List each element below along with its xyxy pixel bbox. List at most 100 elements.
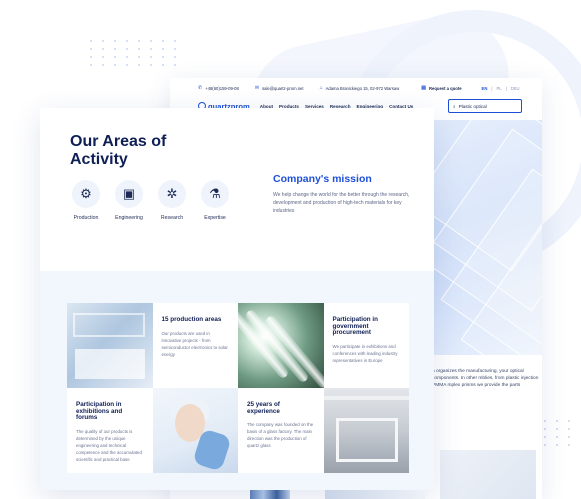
- dot: [138, 64, 140, 66]
- request-quote-link[interactable]: ▤ Request a quote: [421, 85, 461, 91]
- activity-label: Engineering: [115, 215, 143, 221]
- dot: [90, 48, 92, 50]
- mission-text: We help change the world for the better …: [273, 192, 410, 214]
- dot: [568, 428, 570, 430]
- dot: [126, 64, 128, 66]
- building-icon: ⌂: [319, 85, 323, 91]
- dot: [556, 428, 558, 430]
- dot: [138, 56, 140, 58]
- back-content-image: [440, 450, 536, 499]
- dot: [114, 56, 116, 58]
- glass-tubes-photo: [238, 303, 324, 388]
- page-title: Our Areas of Activity: [70, 133, 167, 169]
- search-input[interactable]: ⌕ Plastic optical: [448, 99, 522, 113]
- dot: [126, 40, 128, 42]
- dot: [162, 40, 164, 42]
- request-quote-label: Request a quote: [428, 85, 462, 91]
- bottom-image-strip: [250, 490, 290, 499]
- dot: [174, 64, 176, 66]
- dot: [174, 48, 176, 50]
- dot: [126, 56, 128, 58]
- background-dots: [90, 40, 180, 66]
- dot: [102, 40, 104, 42]
- phone-icon: ✆: [198, 85, 203, 91]
- address-label: Adama Branickiego 15, 02-972 Warsaw: [325, 85, 400, 91]
- dot: [162, 48, 164, 50]
- activity-label: Research: [160, 215, 184, 221]
- tile-title: Participation in exhibitions and forums: [76, 401, 123, 422]
- gears-icon: ✲: [158, 180, 186, 208]
- lang-en[interactable]: EN: [482, 86, 488, 91]
- dot: [174, 40, 176, 42]
- search-icon: ⌕: [453, 103, 456, 109]
- activity-research[interactable]: ✲ Research: [154, 180, 190, 221]
- scientist-photo: [152, 388, 238, 473]
- tile-title: Participation in government procurement: [332, 316, 378, 337]
- stat-tile: 15 production areas Our products are use…: [152, 303, 238, 388]
- document-icon: ▤: [421, 85, 426, 91]
- microscope-icon: ⚗: [201, 180, 229, 208]
- dot: [162, 64, 164, 66]
- stat-tile: Participation in government procurement …: [323, 303, 409, 388]
- email-text: sale@quartz-prom.net: [262, 85, 304, 91]
- areas-of-activity-card: Our Areas of Activity ⚙ Production ▣ Eng…: [40, 108, 434, 490]
- tile-description: We participate in exhibitions and confer…: [332, 343, 398, 363]
- dot: [114, 40, 116, 42]
- lang-deu[interactable]: DEU: [511, 86, 520, 91]
- dot: [174, 56, 176, 58]
- search-value: Plastic optical: [458, 103, 487, 109]
- address-text: ⌂ Adama Branickiego 15, 02-972 Warsaw: [320, 85, 400, 91]
- dot: [544, 436, 546, 438]
- hero-glass-image: [432, 120, 542, 355]
- dot: [90, 56, 92, 58]
- dot: [150, 40, 152, 42]
- dot: [556, 444, 558, 446]
- monitor-icon: ▣: [115, 180, 143, 208]
- lang-divider: |: [505, 85, 507, 91]
- dot: [102, 56, 104, 58]
- lang-divider: |: [491, 85, 493, 91]
- robot-arm-icon: ⚙: [72, 180, 100, 208]
- dot: [556, 436, 558, 438]
- language-switcher: EN | PL | DEU: [482, 86, 520, 91]
- tile-title: 25 years of experience: [247, 401, 280, 415]
- dot: [568, 444, 570, 446]
- dot: [162, 56, 164, 58]
- stat-tile: Participation in exhibitions and forums …: [67, 388, 153, 473]
- activity-engineering[interactable]: ▣ Engineering: [111, 180, 147, 221]
- bottom-image-strip: [325, 490, 425, 499]
- dot: [556, 420, 558, 422]
- dot: [138, 48, 140, 50]
- contact-topbar: ✆ +48(60)159-09-08 ✉ sale@quartz-prom.ne…: [170, 78, 542, 98]
- dot: [102, 64, 104, 66]
- tile-description: Our products are used in innovative proj…: [161, 330, 228, 357]
- lang-pl[interactable]: PL: [496, 86, 501, 91]
- mail-icon: ✉: [254, 85, 260, 91]
- dot: [90, 64, 92, 66]
- tile-description: The company was founded on the basis of …: [247, 422, 314, 449]
- activity-expertise[interactable]: ⚗ Expertise: [197, 180, 233, 221]
- dot: [568, 420, 570, 422]
- activity-list: ⚙ Production ▣ Engineering ✲ Research ⚗ …: [68, 180, 233, 221]
- dot: [544, 420, 546, 422]
- tile-description: The quality of our products is determine…: [76, 428, 142, 463]
- dot: [544, 428, 546, 430]
- dot: [150, 56, 152, 58]
- tile-title: 15 production areas: [161, 316, 222, 323]
- dot: [568, 436, 570, 438]
- stats-band: 15 production areas Our products are use…: [40, 271, 434, 490]
- email-link[interactable]: ✉ sale@quartz-prom.net: [255, 85, 304, 91]
- dot: [150, 64, 152, 66]
- dot: [126, 48, 128, 50]
- dot: [114, 48, 116, 50]
- dot: [150, 48, 152, 50]
- mission-heading: Company's mission: [273, 173, 372, 185]
- phone-link[interactable]: ✆ +48(60)159-09-08: [198, 85, 239, 91]
- activity-production[interactable]: ⚙ Production: [68, 180, 104, 221]
- stat-tile: 25 years of experience The company was f…: [238, 388, 324, 473]
- stats-grid: 15 production areas Our products are use…: [67, 303, 409, 473]
- dot: [90, 40, 92, 42]
- back-body-text: n organizes the manufacturing, your opti…: [432, 369, 539, 389]
- dot: [102, 48, 104, 50]
- factory-photo: [323, 388, 409, 473]
